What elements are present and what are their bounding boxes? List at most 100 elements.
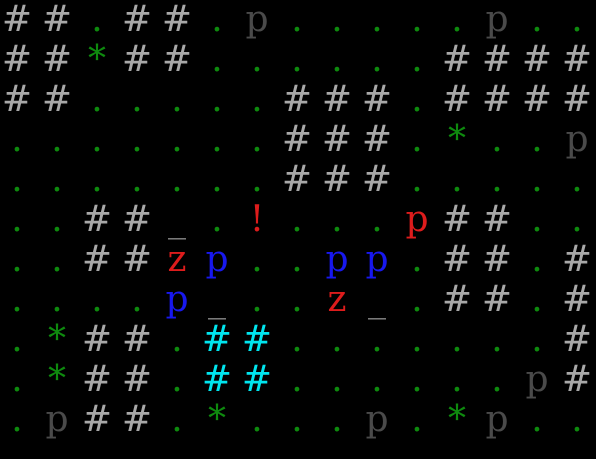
wall-tile: # [281,79,313,120]
water-tile: # [201,359,233,400]
wall-tile: # [481,79,513,120]
neutral-creature[interactable]: p [477,0,517,40]
floor-tile: . [531,279,543,320]
map-row: .. # # _.!... p # #.. [0,200,596,240]
floor-tile: . [211,119,223,160]
ally-creature[interactable]: p [317,240,357,280]
wall-tile: # [521,79,553,120]
floor-tile: . [171,119,183,160]
wall-tile: # [121,39,153,80]
tree-tile: * [448,119,466,160]
ally-creature[interactable]: p [357,240,397,280]
ally-creature[interactable]: p [197,240,237,280]
doorway-tile: _ [168,199,186,240]
floor-tile: . [11,239,23,280]
floor-tile: . [211,79,223,120]
floor-tile: . [491,359,503,400]
floor-tile: . [251,279,263,320]
doorway-tile: _ [208,279,226,320]
floor-tile: . [211,0,223,40]
hostile-zombie[interactable]: z [317,280,357,320]
map-row: .... p _.. z _. # #. # [0,280,596,320]
floor-tile: . [411,399,423,440]
wall-tile: # [441,79,473,120]
wall-tile: # [81,399,113,440]
wall-tile: # [121,199,153,240]
wall-tile: # [81,239,113,280]
floor-tile: . [331,199,343,240]
floor-tile: . [11,319,23,360]
floor-tile: . [491,119,503,160]
floor-tile: . [171,159,183,200]
floor-tile: . [451,319,463,360]
floor-tile: . [91,119,103,160]
wall-tile: # [1,39,33,80]
floor-tile: . [291,0,303,40]
floor-tile: . [371,359,383,400]
neutral-creature[interactable]: p [557,120,596,160]
floor-tile: . [531,0,543,40]
wall-tile: # [121,0,153,40]
floor-tile: . [491,319,503,360]
floor-tile: . [51,159,63,200]
floor-tile: . [571,399,583,440]
wall-tile: # [481,199,513,240]
map-row: ....... # # #..... [0,160,596,200]
floor-tile: . [571,199,583,240]
floor-tile: . [91,0,103,40]
potion-item[interactable]: ! [237,200,277,240]
neutral-creature[interactable]: p [477,400,517,440]
floor-tile: . [451,359,463,400]
floor-tile: . [131,79,143,120]
hostile-zombie[interactable]: z [157,240,197,280]
ally-creature[interactable]: p [157,280,197,320]
map-row: # # * # #...... # # # # [0,40,596,80]
neutral-creature[interactable]: p [237,0,277,40]
floor-tile: . [131,159,143,200]
floor-tile: . [251,39,263,80]
floor-tile: . [531,159,543,200]
wall-tile: # [361,119,393,160]
floor-tile: . [171,359,183,400]
floor-tile: . [531,199,543,240]
floor-tile: . [291,39,303,80]
wall-tile: # [161,39,193,80]
floor-tile: . [51,199,63,240]
floor-tile: . [11,399,23,440]
floor-tile: . [451,0,463,40]
neutral-creature[interactable]: p [357,400,397,440]
neutral-creature[interactable]: p [517,360,557,400]
floor-tile: . [91,279,103,320]
wall-tile: # [561,359,593,400]
floor-tile: . [11,159,23,200]
neutral-creature[interactable]: p [37,400,77,440]
floor-tile: . [411,279,423,320]
floor-tile: . [131,279,143,320]
floor-tile: . [291,279,303,320]
wall-tile: # [441,199,473,240]
map-row: # #..... # # #. # # # # [0,80,596,120]
dungeon-map[interactable]: # #. # #. p..... p.. # # * # #...... # # # # # #..... # # #… [0,0,596,459]
water-tile: # [201,319,233,360]
wall-tile: # [81,319,113,360]
floor-tile: . [371,39,383,80]
floor-tile: . [411,319,423,360]
floor-tile: . [251,399,263,440]
floor-tile: . [291,399,303,440]
wall-tile: # [321,79,353,120]
floor-tile: . [211,199,223,240]
floor-tile: . [171,79,183,120]
wall-tile: # [561,279,593,320]
floor-tile: . [251,239,263,280]
wall-tile: # [121,319,153,360]
wall-tile: # [281,119,313,160]
wall-tile: # [441,239,473,280]
doorway-tile: _ [368,279,386,320]
floor-tile: . [411,239,423,280]
floor-tile: . [91,159,103,200]
wall-tile: # [361,79,393,120]
wall-tile: # [41,79,73,120]
tree-tile: * [208,399,226,440]
hostile-creature[interactable]: p [397,200,437,240]
floor-tile: . [371,199,383,240]
